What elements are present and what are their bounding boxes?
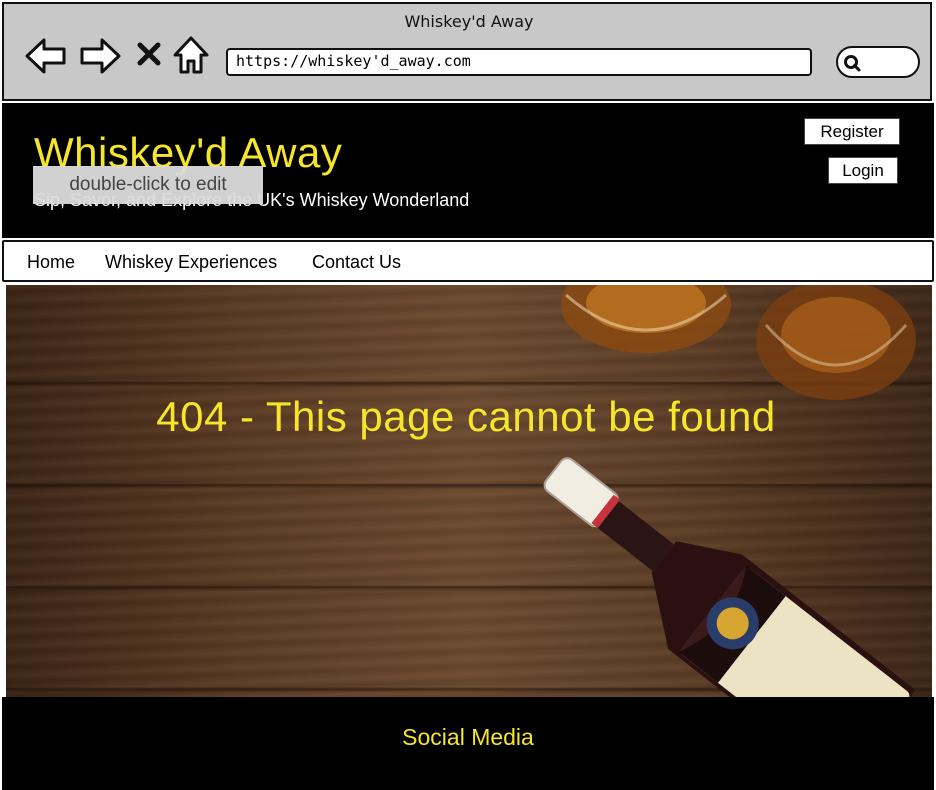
- browser-window-chrome: Whiskey'd Away https://whiskey'd_away.co…: [2, 2, 932, 101]
- login-button[interactable]: Login: [828, 157, 898, 184]
- browser-search-box[interactable]: [836, 46, 920, 78]
- edit-tooltip: double-click to edit: [33, 166, 263, 204]
- nav-item-whiskey-experiences[interactable]: Whiskey Experiences: [105, 252, 277, 273]
- window-title: Whiskey'd Away: [404, 12, 534, 31]
- close-icon[interactable]: [136, 41, 162, 67]
- social-media-heading: Social Media: [402, 724, 534, 750]
- nav-item-contact-us[interactable]: Contact Us: [312, 252, 401, 273]
- hero-image: 404 - This page cannot be found: [6, 285, 932, 697]
- site-footer: Social Media: [2, 697, 934, 790]
- register-button[interactable]: Register: [804, 118, 900, 145]
- forward-arrow-icon[interactable]: [78, 36, 122, 76]
- whiskey-scene-illustration: [543, 285, 916, 697]
- home-icon[interactable]: [172, 34, 210, 76]
- back-arrow-icon[interactable]: [24, 36, 68, 76]
- search-icon[interactable]: [842, 53, 862, 77]
- url-bar[interactable]: https://whiskey'd_away.com: [226, 48, 812, 76]
- site-header: Whiskey'd Away Sip, Savor, and Explore t…: [2, 103, 934, 238]
- nav-item-home[interactable]: Home: [27, 252, 75, 273]
- main-nav: Home Whiskey Experiences Contact Us: [2, 240, 934, 282]
- error-heading: 404 - This page cannot be found: [156, 393, 776, 440]
